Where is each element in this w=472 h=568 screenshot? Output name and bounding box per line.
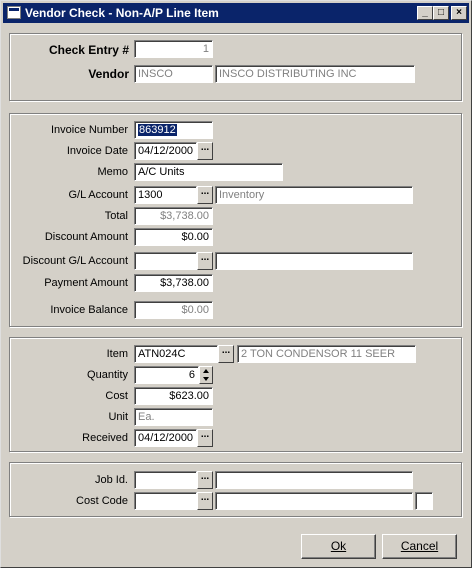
invoice-number-field[interactable]: 863912 [134,121,213,139]
check-entry-label: Check Entry # [48,43,129,57]
cost-code-desc-field [215,492,413,510]
cancel-button-label: Cancel [400,539,439,553]
invoice-number-value: 863912 [138,124,177,136]
vendor-name-field: INSCO DISTRIBUTING INC [215,65,415,83]
discount-gl-label: Discount G/L Account [22,255,128,267]
item-desc-field: 2 TON CONDENSOR 11 SEER [237,345,416,363]
window-title: Vendor Check - Non-A/P Line Item [25,6,219,20]
close-icon[interactable]: × [451,6,467,20]
cost-field[interactable]: $623.00 [134,387,213,405]
unit-field: Ea. [134,408,213,426]
check-entry-field[interactable]: 1 [134,40,213,58]
received-field[interactable]: 04/12/2000 [134,429,197,447]
app-icon [7,6,21,19]
cost-code-lookup-button[interactable]: ... [197,492,213,510]
discount-gl-field[interactable] [134,252,197,270]
invoice-balance-field: $0.00 [134,301,213,319]
invoice-number-label: Invoice Number [50,124,128,136]
quantity-label: Quantity [87,369,128,381]
discount-gl-lookup-button[interactable]: ... [197,252,213,270]
payment-amount-label: Payment Amount [44,277,128,289]
received-label: Received [82,432,128,444]
unit-label: Unit [108,411,128,423]
vendor-code-field[interactable]: INSCO [134,65,213,83]
item-lookup-button[interactable]: ... [218,345,234,363]
gl-account-desc-field: Inventory [215,186,413,204]
maximize-icon[interactable]: □ [433,6,449,20]
discount-amount-label: Discount Amount [44,231,128,243]
minimize-icon[interactable]: _ [417,6,433,20]
invoice-date-picker-button[interactable]: ... [197,142,213,160]
ok-button-label: Ok [330,539,347,553]
item-label: Item [106,348,128,360]
payment-amount-field[interactable]: $3,738.00 [134,274,213,292]
job-id-field[interactable] [134,471,197,489]
job-id-lookup-button[interactable]: ... [197,471,213,489]
quantity-field[interactable]: 6 [134,366,199,384]
memo-label: Memo [97,166,128,178]
memo-field[interactable]: A/C Units [134,163,283,181]
cost-label: Cost [105,390,128,402]
cancel-button[interactable]: Cancel [382,534,457,559]
vendor-check-window: Vendor Check - Non-A/P Line Item _ □ × C… [0,0,472,568]
total-field: $3,738.00 [134,207,213,225]
cost-code-label: Cost Code [76,495,128,507]
quantity-stepper[interactable] [199,366,213,384]
job-id-label: Job Id. [94,474,128,486]
gl-account-field[interactable]: 1300 [134,186,197,204]
invoice-balance-label: Invoice Balance [50,304,128,316]
job-id-desc-field [215,471,413,489]
cost-code-extra-field[interactable] [415,492,433,510]
discount-amount-field[interactable]: $0.00 [134,228,213,246]
vendor-label: Vendor [88,67,129,81]
invoice-date-field[interactable]: 04/12/2000 [134,142,197,160]
discount-gl-desc-field [215,252,413,270]
ok-button[interactable]: Ok [301,534,376,559]
spin-down-icon[interactable] [203,377,209,381]
gl-account-lookup-button[interactable]: ... [197,186,213,204]
gl-account-label: G/L Account [68,189,128,201]
received-date-picker-button[interactable]: ... [197,429,213,447]
total-label: Total [104,210,128,222]
item-field[interactable]: ATN024C [134,345,218,363]
invoice-date-label: Invoice Date [66,145,128,157]
cost-code-field[interactable] [134,492,197,510]
title-bar[interactable]: Vendor Check - Non-A/P Line Item _ □ × [3,3,469,23]
spin-up-icon[interactable] [203,369,209,373]
